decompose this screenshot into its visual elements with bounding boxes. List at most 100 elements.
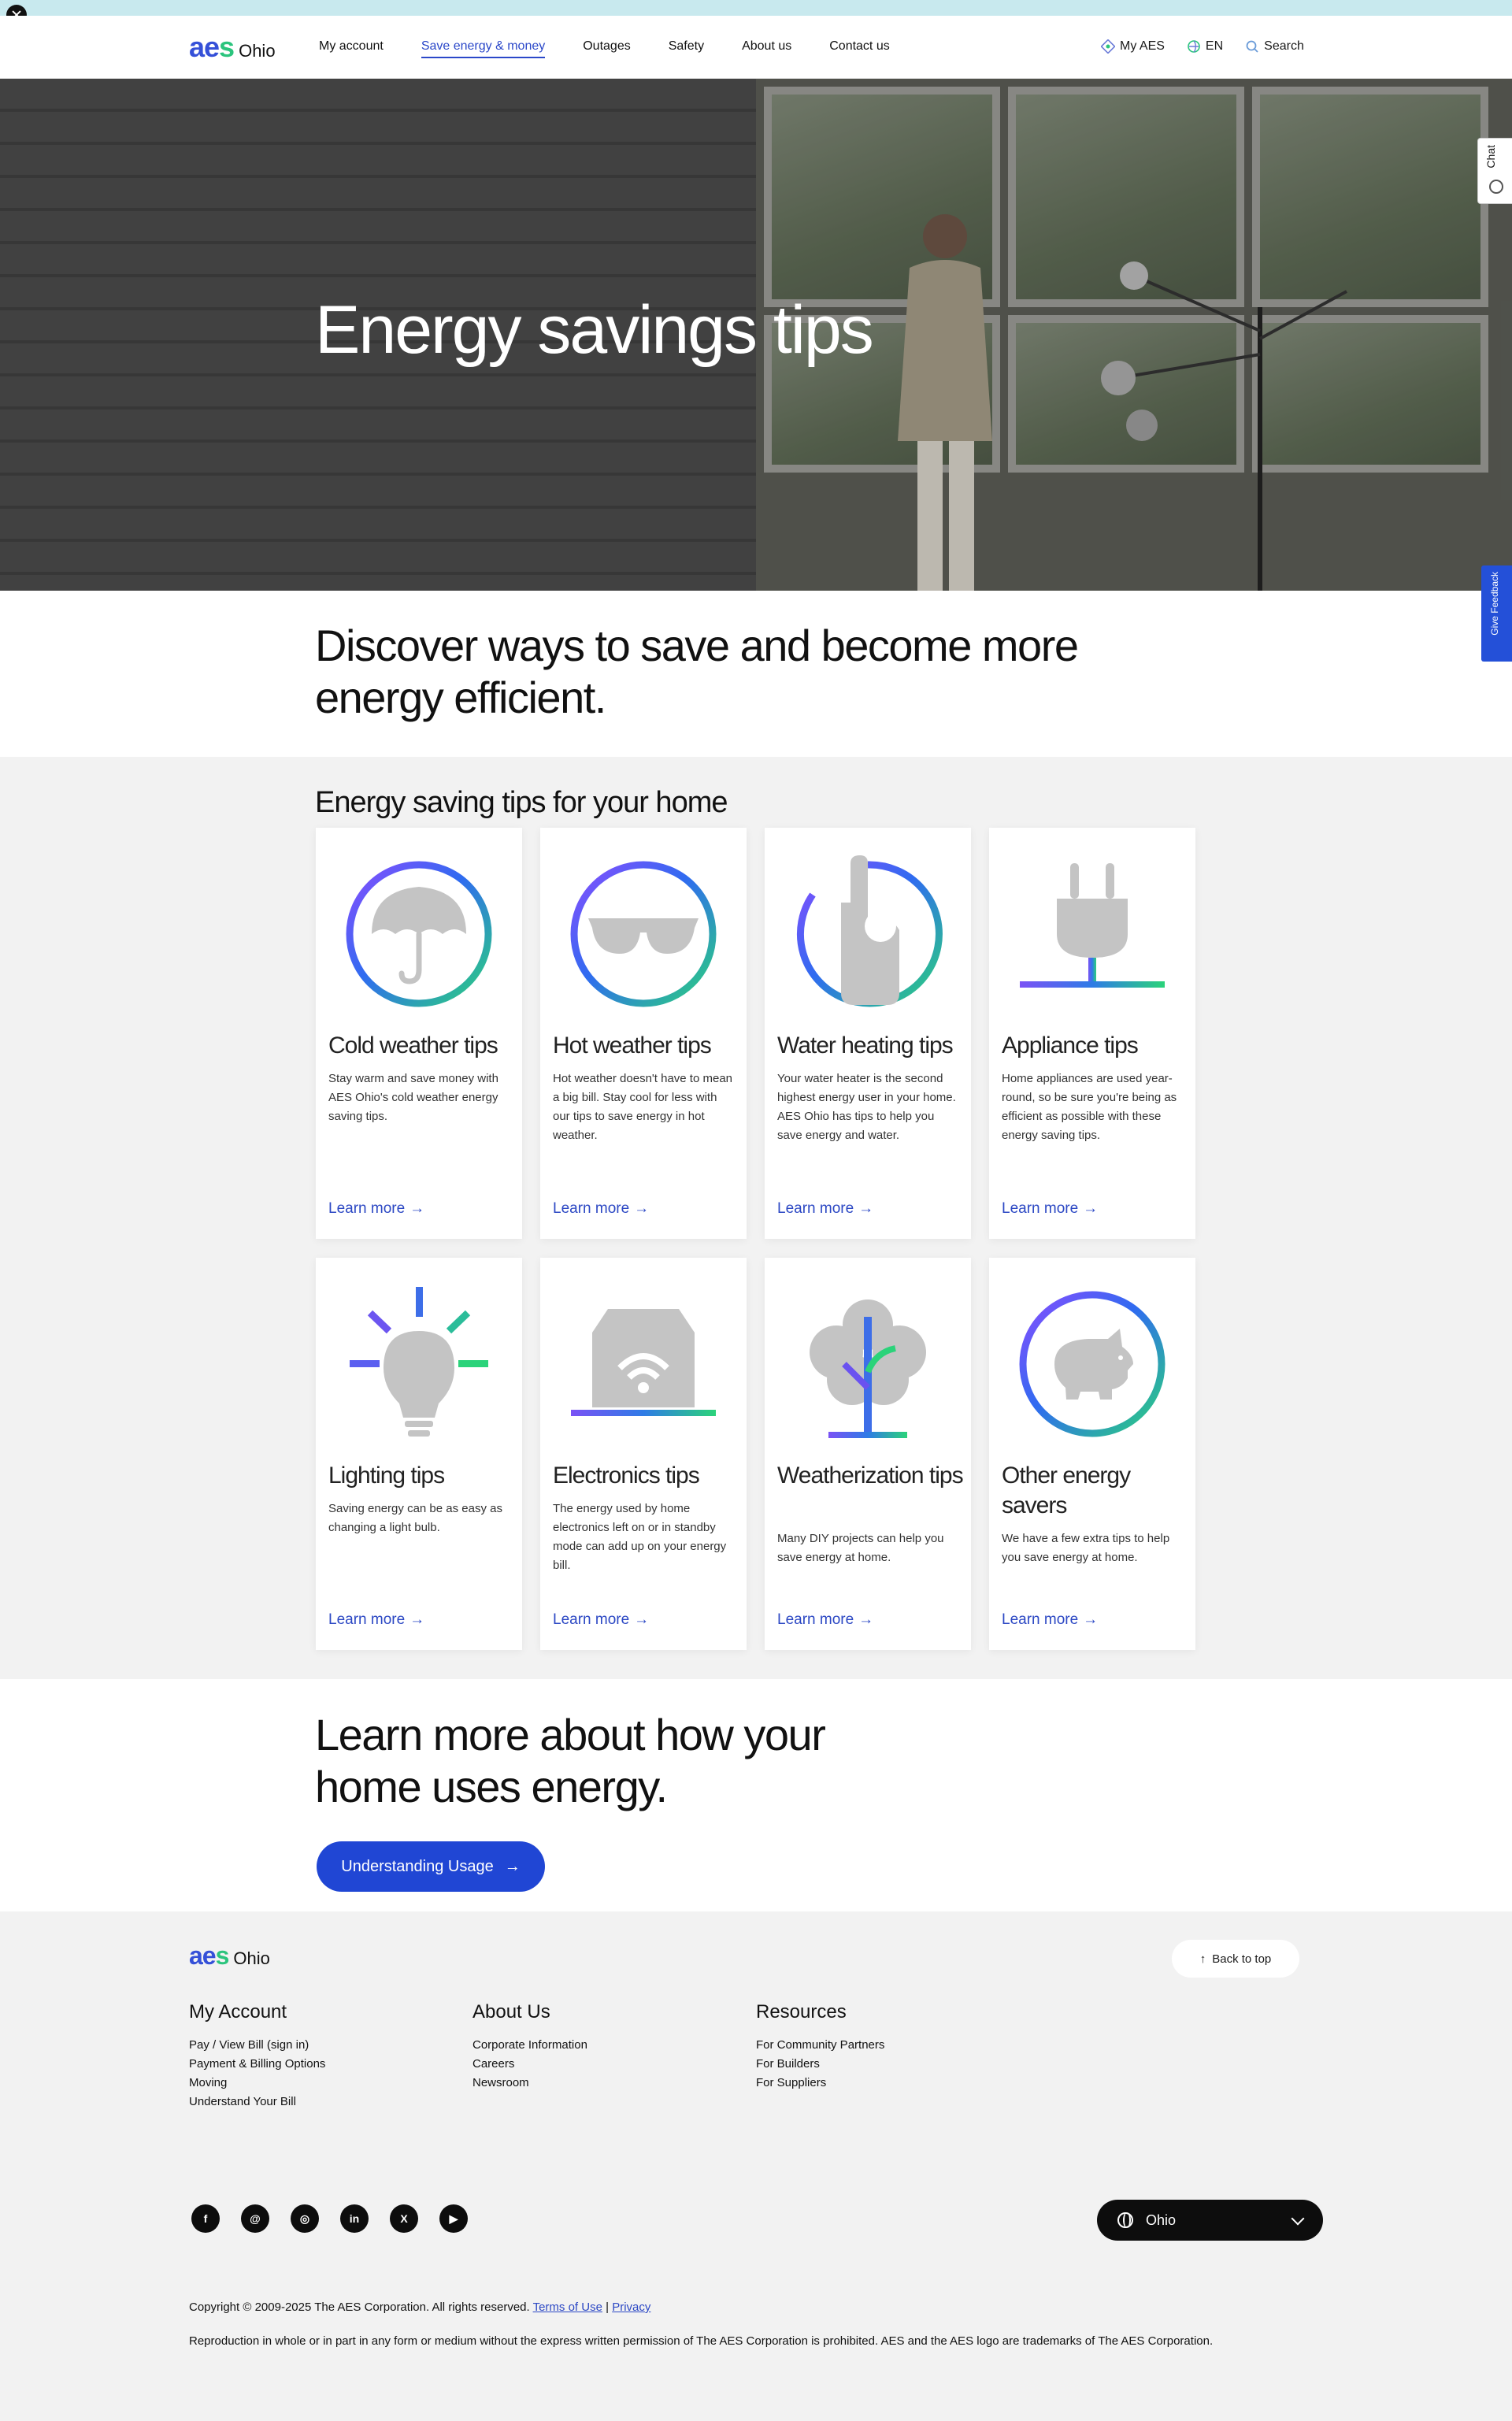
- language-icon: [1188, 40, 1200, 53]
- learn-more-link[interactable]: Learn more →: [1002, 1200, 1098, 1218]
- terms-link[interactable]: Terms of Use: [533, 2301, 602, 2314]
- footer-link[interactable]: Understand Your Bill: [189, 2093, 325, 2111]
- card-description: Many DIY projects can help you save ener…: [777, 1532, 944, 1564]
- footer-heading: Resources: [756, 2001, 847, 2022]
- footer-column-about-us: About Us Corporate Information Careers N…: [472, 2001, 587, 2093]
- tip-card-lighting: Lighting tips Saving energy can be as ea…: [316, 1258, 522, 1650]
- site-logo[interactable]: aes Ohio: [189, 33, 276, 61]
- chat-icon: [1489, 180, 1503, 194]
- learn-more-link[interactable]: Learn more →: [328, 1611, 424, 1629]
- card-description: Home appliances are used year-round, so …: [1002, 1072, 1177, 1142]
- nav-about-us[interactable]: About us: [742, 39, 791, 58]
- region-value: Ohio: [1146, 2212, 1177, 2228]
- feedback-tab[interactable]: Give Feedback: [1481, 565, 1512, 662]
- learn-more-link[interactable]: Learn more →: [1002, 1611, 1098, 1629]
- learn-more-link[interactable]: Learn more →: [777, 1611, 873, 1629]
- legal-disclaimer: Reproduction in whole or in part in any …: [189, 2334, 1214, 2348]
- facebook-icon[interactable]: f: [191, 2204, 220, 2233]
- footer-logo[interactable]: aes Ohio: [189, 1943, 270, 1969]
- x-icon[interactable]: X: [390, 2204, 418, 2233]
- footer-link[interactable]: For Community Partners: [756, 2036, 884, 2055]
- footer-heading: My Account: [189, 2001, 287, 2022]
- nav-save-energy[interactable]: Save energy & money: [421, 39, 546, 58]
- utility-links: My AES EN Search: [1101, 39, 1326, 54]
- my-aes-link[interactable]: My AES: [1101, 39, 1165, 54]
- tip-card-cold-weather: Cold weather tips Stay warm and save mon…: [316, 828, 522, 1239]
- card-title: Other energy savers: [1002, 1463, 1131, 1518]
- footer-link[interactable]: For Suppliers: [756, 2074, 884, 2093]
- instagram-icon[interactable]: ◎: [291, 2204, 319, 2233]
- arrow-right-icon: →: [504, 1857, 521, 1875]
- top-banner: [0, 0, 1512, 25]
- house-wifi-icon: [571, 1309, 716, 1416]
- intro-heading: Discover ways to save and become more en…: [315, 621, 1079, 722]
- chat-tab[interactable]: Chat: [1477, 138, 1512, 204]
- arrow-right-icon: →: [634, 1200, 650, 1217]
- footer-link[interactable]: Careers: [472, 2055, 587, 2074]
- piggy-bank-icon: [1019, 1291, 1166, 1437]
- logo-region: Ohio: [233, 1948, 270, 1968]
- tip-card-appliance: Appliance tips Home appliances are used …: [989, 828, 1195, 1239]
- arrow-up-icon: ↑: [1199, 1952, 1206, 1966]
- copyright: Copyright © 2009-2025 The AES Corporatio…: [189, 2301, 651, 2314]
- page-title: Energy savings tips: [315, 292, 874, 368]
- arrow-right-icon: →: [410, 1611, 425, 1628]
- footer-column-my-account: My Account Pay / View Bill (sign in) Pay…: [189, 2001, 325, 2111]
- understanding-usage-button[interactable]: Understanding Usage →: [317, 1841, 545, 1892]
- nav-contact-us[interactable]: Contact us: [829, 39, 889, 58]
- youtube-icon[interactable]: ▶: [439, 2204, 468, 2233]
- footer-link[interactable]: Newsroom: [472, 2074, 587, 2093]
- card-title: Water heating tips: [777, 1033, 954, 1058]
- sunglasses-icon: [570, 861, 717, 1007]
- chevron-down-icon: [1291, 2212, 1305, 2226]
- nav-outages[interactable]: Outages: [583, 39, 630, 58]
- footer-link[interactable]: For Builders: [756, 2055, 884, 2074]
- site-footer: aes Ohio ↑ Back to top My Account Pay / …: [0, 1911, 1512, 2421]
- tips-heading: Energy saving tips for your home: [315, 786, 728, 819]
- arrow-right-icon: →: [858, 1611, 874, 1628]
- learn-more-link[interactable]: Learn more →: [328, 1200, 424, 1218]
- separator: |: [606, 2301, 610, 2314]
- linkedin-icon[interactable]: in: [340, 2204, 369, 2233]
- footer-link[interactable]: Payment & Billing Options: [189, 2055, 325, 2074]
- plug-icon: [1020, 863, 1165, 988]
- footer-link[interactable]: Moving: [189, 2074, 325, 2093]
- nav-safety[interactable]: Safety: [669, 39, 704, 58]
- umbrella-icon: [346, 861, 492, 1007]
- learn-more-link[interactable]: Learn more →: [553, 1611, 649, 1629]
- card-title: Lighting tips: [328, 1463, 445, 1489]
- card-title: Cold weather tips: [328, 1033, 498, 1058]
- arrow-right-icon: →: [634, 1611, 650, 1628]
- globe-icon: [1117, 2212, 1133, 2228]
- card-description: The energy used by home electronics left…: [553, 1502, 727, 1572]
- card-description: Your water heater is the second highest …: [777, 1072, 956, 1142]
- nav-my-account[interactable]: My account: [319, 39, 384, 58]
- footer-link[interactable]: Corporate Information: [472, 2036, 587, 2055]
- search-label: Search: [1264, 39, 1304, 53]
- footer-heading: About Us: [472, 2001, 550, 2022]
- search-link[interactable]: Search: [1245, 39, 1304, 54]
- card-title: Hot weather tips: [553, 1033, 712, 1058]
- feedback-label: Give Feedback: [1489, 572, 1500, 636]
- social-links: f @ ◎ in X ▶: [191, 2204, 489, 2233]
- threads-icon[interactable]: @: [241, 2204, 269, 2233]
- tip-card-weatherization: Weatherization tips Many DIY projects ca…: [765, 1258, 971, 1650]
- footer-link[interactable]: Pay / View Bill (sign in): [189, 2036, 325, 2055]
- arrow-right-icon: →: [1083, 1200, 1099, 1217]
- lightbulb-icon: [350, 1287, 488, 1437]
- tip-card-hot-weather: Hot weather tips Hot weather doesn't hav…: [540, 828, 747, 1239]
- tip-card-electronics: Electronics tips The energy used by home…: [540, 1258, 747, 1650]
- privacy-link[interactable]: Privacy: [612, 2301, 650, 2314]
- arrow-right-icon: →: [858, 1200, 874, 1217]
- back-to-top-button[interactable]: ↑ Back to top: [1172, 1940, 1299, 1978]
- region-select[interactable]: Ohio: [1097, 2200, 1323, 2241]
- arrow-right-icon: →: [1083, 1611, 1099, 1628]
- language-selector[interactable]: EN: [1187, 39, 1223, 54]
- site-header: aes Ohio My account Save energy & money …: [0, 16, 1512, 79]
- main-nav: My account Save energy & money Outages S…: [319, 39, 928, 58]
- card-title: Electronics tips: [553, 1463, 700, 1489]
- learn-more-link[interactable]: Learn more →: [553, 1200, 649, 1218]
- learn-more-link[interactable]: Learn more →: [777, 1200, 873, 1218]
- search-icon: [1246, 40, 1258, 53]
- card-title: Appliance tips: [1002, 1033, 1139, 1058]
